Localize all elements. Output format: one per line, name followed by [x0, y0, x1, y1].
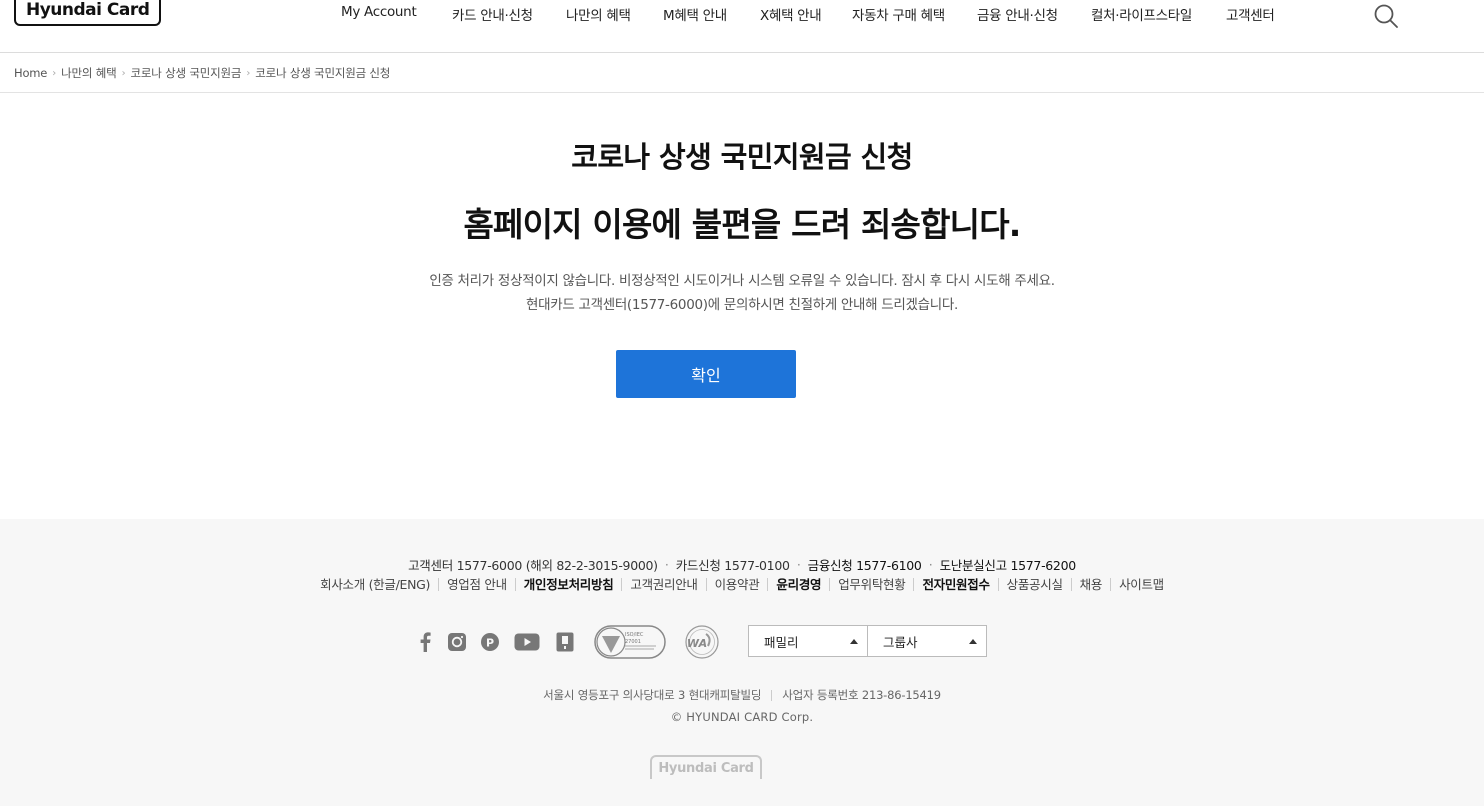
- breadcrumb-current: 코로나 상생 국민지원금 신청: [255, 66, 391, 80]
- breadcrumb: Home › 나만의 혜택 › 코로나 상생 국민지원금 › 코로나 상생 국민…: [14, 64, 390, 82]
- chevron-right-icon: ›: [52, 67, 57, 79]
- app-icon[interactable]: [552, 629, 578, 655]
- pay-icon[interactable]: P: [477, 629, 503, 655]
- facebook-icon[interactable]: [412, 629, 438, 655]
- nav-car-purchase[interactable]: 자동차 구매 혜택: [852, 4, 945, 24]
- svg-text:P: P: [486, 636, 494, 649]
- error-title: 홈페이지 이용에 불편을 드려 죄송합니다.: [463, 205, 1021, 244]
- footer-link-terms[interactable]: 이용약관: [705, 578, 768, 591]
- caret-up-icon: [969, 639, 977, 644]
- footer-link-outsourcing[interactable]: 업무위탁현황: [829, 578, 913, 591]
- search-icon[interactable]: [1372, 2, 1400, 30]
- youtube-icon[interactable]: [514, 629, 540, 655]
- sns-links: P: [0, 625, 1484, 665]
- page-title: 코로나 상생 국민지원금 신청: [571, 140, 913, 174]
- footer-link-company[interactable]: 회사소개 (한글/ENG): [312, 578, 438, 591]
- contact-finance-apply: 금융신청 1577-6100: [807, 558, 922, 573]
- confirm-button[interactable]: 확인: [616, 350, 796, 398]
- footer-link-ethics[interactable]: 윤리경영: [767, 578, 829, 591]
- breadcrumb-support-fund[interactable]: 코로나 상생 국민지원금: [131, 65, 242, 81]
- family-select-label: 패밀리: [764, 634, 799, 650]
- svg-text:WA: WA: [687, 637, 707, 650]
- logo-text: Hyundai Card: [26, 0, 150, 20]
- iso-cert-badge: ISO/IEC 27001: [594, 625, 666, 659]
- family-site-select[interactable]: 패밀리: [748, 625, 868, 657]
- footer-links: 회사소개 (한글/ENG) 영업점 안내 개인정보처리방침 고객권리안내 이용약…: [0, 578, 1484, 591]
- svg-text:ISO/IEC: ISO/IEC: [625, 632, 644, 638]
- nav-my-benefits[interactable]: 나만의 혜택: [566, 4, 631, 24]
- nav-m-benefits[interactable]: M혜택 안내: [663, 4, 727, 24]
- footer-link-customer-rights[interactable]: 고객권리안내: [621, 578, 705, 591]
- nav-x-benefits[interactable]: X혜택 안내: [760, 4, 822, 24]
- site-header: Hyundai Card My Account 카드 안내·신청 나만의 혜택 …: [0, 0, 1484, 53]
- group-select-label: 그룹사: [883, 634, 918, 650]
- svg-text:27001: 27001: [625, 639, 641, 645]
- footer-link-privacy[interactable]: 개인정보처리방침: [514, 578, 622, 591]
- breadcrumb-divider: [0, 92, 1484, 93]
- site-footer: 고객센터 1577-6000 (해외 82-2-3015-9000) · 카드신…: [0, 519, 1484, 806]
- footer-logo-text: Hyundai Card: [658, 760, 754, 776]
- nav-my-account[interactable]: My Account: [341, 4, 417, 20]
- caret-up-icon: [850, 639, 858, 644]
- footer-link-careers[interactable]: 채용: [1070, 578, 1110, 591]
- nav-culture-lifestyle[interactable]: 컬처·라이프스타일: [1091, 4, 1192, 24]
- footer-link-product-disclosure[interactable]: 상품공시실: [997, 578, 1071, 591]
- nav-finance[interactable]: 금융 안내·신청: [977, 4, 1058, 24]
- company-address: 서울시 영등포구 의사당대로 3 현대캐피탈빌딩 사업자 등록번호 213-86…: [0, 687, 1484, 703]
- nav-card-info[interactable]: 카드 안내·신청: [452, 4, 533, 24]
- group-site-select[interactable]: 그룹사: [867, 625, 987, 657]
- error-desc-line-2: 현대카드 고객센터(1577-6000)에 문의하시면 친절하게 안내해 드리겠…: [525, 297, 958, 313]
- footer-logo: Hyundai Card: [650, 755, 762, 779]
- chevron-right-icon: ›: [246, 67, 251, 79]
- footer-link-branches[interactable]: 영업점 안내: [438, 578, 515, 591]
- copyright: © HYUNDAI CARD Corp.: [670, 710, 814, 724]
- instagram-icon[interactable]: [444, 629, 470, 655]
- footer-contacts: 고객센터 1577-6000 (해외 82-2-3015-9000) · 카드신…: [408, 557, 1077, 573]
- error-description: 인증 처리가 정상적이지 않습니다. 비정상적인 시도이거나 시스템 오류일 수…: [0, 269, 1484, 317]
- chevron-right-icon: ›: [121, 67, 126, 79]
- breadcrumb-my-benefits[interactable]: 나만의 혜택: [61, 65, 117, 81]
- nav-customer-center[interactable]: 고객센터: [1226, 4, 1275, 24]
- business-number: 사업자 등록번호 213-86-15419: [782, 688, 941, 702]
- contact-card-apply: 카드신청 1577-0100: [675, 558, 790, 573]
- contact-lost-report: 도난분실신고 1577-6200: [939, 558, 1077, 573]
- error-desc-line-1: 인증 처리가 정상적이지 않습니다. 비정상적인 시도이거나 시스템 오류일 수…: [429, 273, 1055, 289]
- footer-link-complaints[interactable]: 전자민원접수: [913, 578, 997, 591]
- wa-cert-badge: WA: [678, 625, 726, 659]
- footer-link-sitemap[interactable]: 사이트맵: [1110, 578, 1172, 591]
- hyundai-card-logo[interactable]: Hyundai Card: [14, 0, 162, 26]
- address-text: 서울시 영등포구 의사당대로 3 현대캐피탈빌딩: [543, 688, 762, 702]
- breadcrumb-home[interactable]: Home: [14, 66, 47, 80]
- contact-customer-center: 고객센터 1577-6000 (해외 82-2-3015-9000): [408, 558, 658, 573]
